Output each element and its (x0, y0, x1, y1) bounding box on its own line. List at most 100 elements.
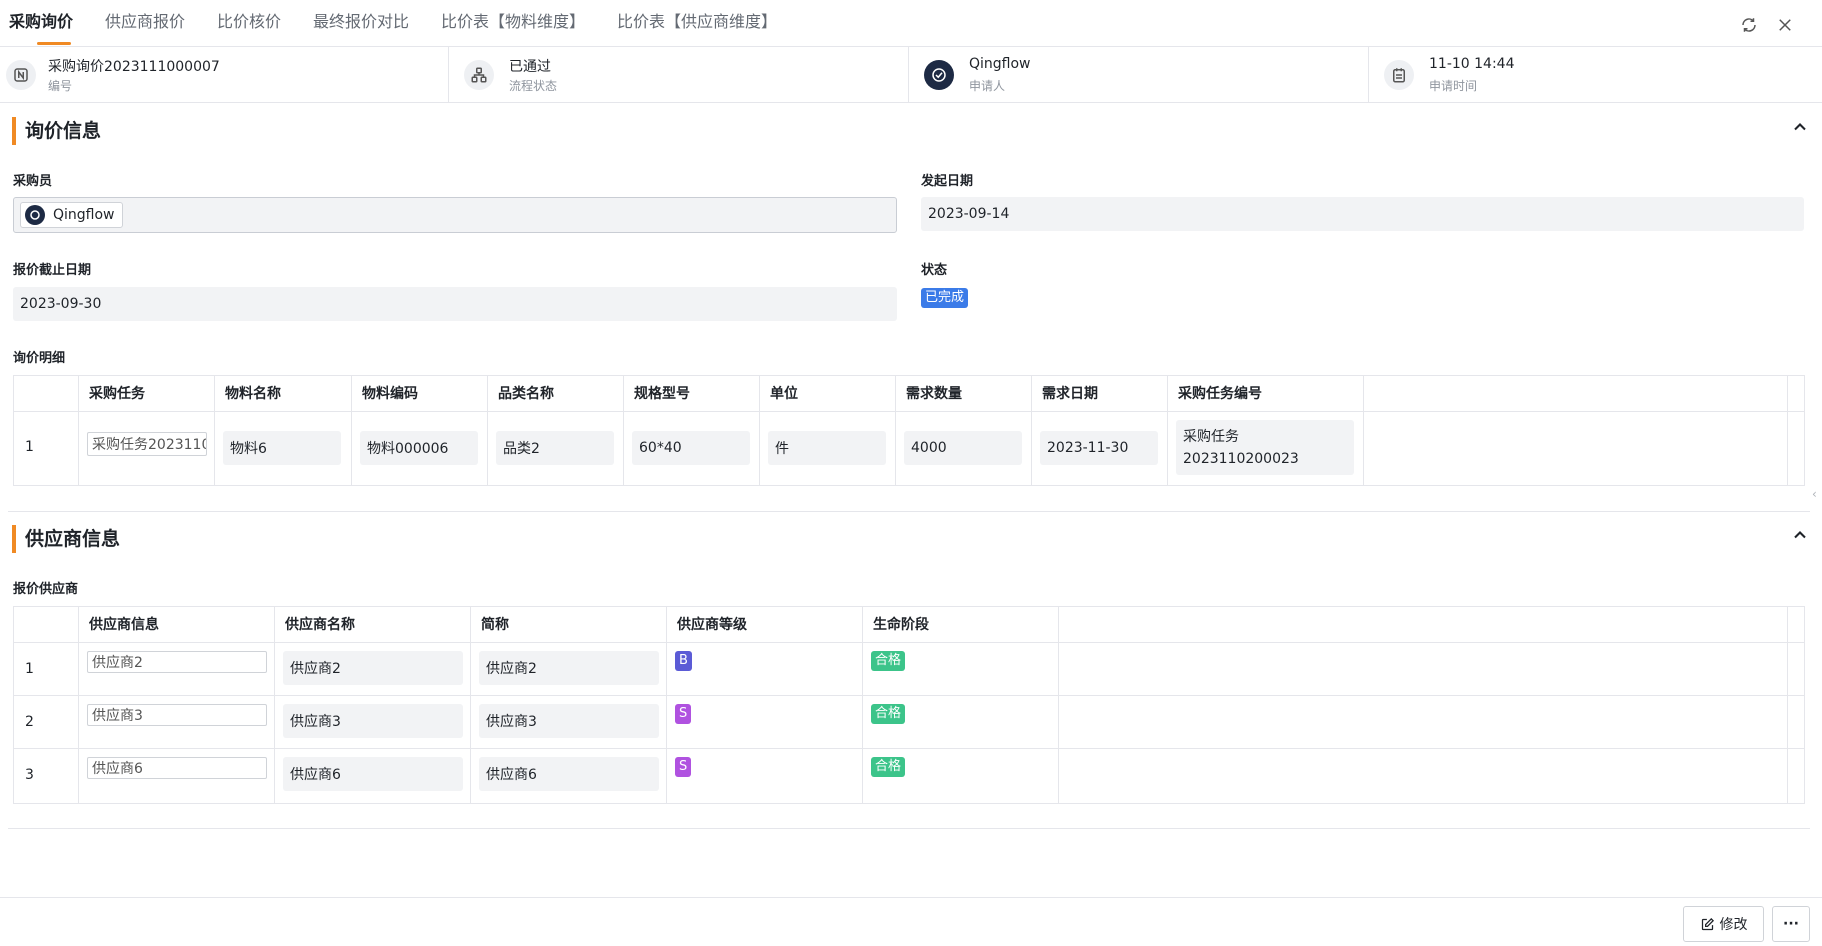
footer-bar: 修改 ··· (0, 897, 1822, 946)
calendar-icon (1384, 60, 1414, 90)
info-flow-status-value: 已通过 (509, 59, 551, 75)
task-no-line2: 2023110200023 (1183, 450, 1299, 467)
short-name-value: 供应商6 (479, 757, 659, 791)
grade-cell: B (667, 643, 863, 696)
header-short-name: 简称 (471, 607, 667, 643)
info-number: 采购询价2023111000007 编号 (0, 47, 449, 103)
supplier-info-link[interactable]: 供应商6 (87, 757, 267, 779)
header-index (14, 607, 79, 643)
chevron-left-icon[interactable]: ‹ (1812, 487, 1822, 511)
info-number-value: 采购询价2023111000007 (48, 59, 220, 75)
tab-final-compare[interactable]: 最终报价对比 (313, 8, 409, 32)
buyer-field[interactable]: Qingflow (13, 197, 897, 233)
header-task: 采购任务 (79, 376, 215, 412)
supplier-table: 供应商信息 供应商名称 简称 供应商等级 生命阶段 1 供应商2 供应商2 供应… (13, 606, 1805, 804)
supplier-info-cell: 供应商2 (79, 643, 275, 696)
section-inquiry-title: 询价信息 (12, 117, 101, 145)
grade-cell: S (667, 696, 863, 749)
qingflow-logo-icon (25, 205, 45, 225)
info-flow-status-label: 流程状态 (509, 79, 558, 93)
header-qty: 需求数量 (896, 376, 1032, 412)
empty-cell (1364, 412, 1788, 485)
header-stage: 生命阶段 (863, 607, 1059, 643)
supplier-info-cell: 供应商6 (79, 749, 275, 803)
header-category: 品类名称 (488, 376, 624, 412)
row-index: 1 (25, 439, 34, 455)
supplier-name-value: 供应商3 (283, 704, 463, 738)
short-name-value: 供应商3 (479, 704, 659, 738)
close-icon[interactable] (1776, 16, 1800, 40)
row-index: 3 (25, 767, 34, 783)
header-supplier-name: 供应商名称 (275, 607, 471, 643)
task-cell: 采购任务202311020002 (79, 412, 215, 485)
buyer-label: 采购员 (13, 174, 53, 189)
info-flow-status: 已通过 流程状态 (449, 47, 909, 103)
header-material: 物料名称 (215, 376, 352, 412)
empty-cell (1059, 749, 1788, 803)
buyer-chip: Qingflow (20, 202, 123, 228)
header-unit: 单位 (760, 376, 896, 412)
info-applicant-label: 申请人 (969, 79, 1006, 93)
supplier-name-value: 供应商2 (283, 651, 463, 685)
section-divider (8, 511, 1810, 512)
edit-icon (1701, 917, 1714, 930)
stage-badge: 合格 (871, 757, 906, 777)
date-cell: 2023-11-30 (1032, 412, 1168, 485)
material-value: 物料6 (223, 431, 341, 465)
edit-button[interactable]: 修改 (1683, 906, 1764, 942)
short-name-value: 供应商2 (479, 651, 659, 685)
refresh-icon[interactable] (1740, 16, 1764, 40)
info-applicant: Qingflow 申请人 (909, 47, 1369, 103)
grade-badge: S (675, 704, 692, 724)
chevron-up-icon[interactable] (1790, 525, 1810, 545)
header-empty (1059, 607, 1788, 643)
stage-badge: 合格 (871, 704, 906, 724)
tab-purchase-inquiry[interactable]: 采购询价 (9, 8, 73, 45)
supplier-name-value: 供应商6 (283, 757, 463, 791)
empty-cell (1059, 696, 1788, 749)
category-cell: 品类2 (488, 412, 624, 485)
row-index-cell: 2 (14, 696, 79, 749)
flow-icon (464, 60, 494, 90)
more-button[interactable]: ··· (1772, 906, 1810, 942)
task-no-line1: 采购任务 (1183, 428, 1239, 445)
material-cell: 物料6 (215, 412, 352, 485)
spec-cell: 60*40 (624, 412, 760, 485)
header-index (14, 376, 79, 412)
supplier-info-link[interactable]: 供应商2 (87, 651, 267, 673)
short-name-cell: 供应商2 (471, 643, 667, 696)
header-spec: 规格型号 (624, 376, 760, 412)
unit-value: 件 (768, 431, 886, 465)
supplier-info-link[interactable]: 供应商3 (87, 704, 267, 726)
row-index: 2 (25, 714, 34, 730)
qty-cell: 4000 (896, 412, 1032, 485)
deadline-field: 2023-09-30 (13, 287, 897, 321)
code-value: 物料000006 (360, 431, 478, 465)
info-bar: 采购询价2023111000007 编号 已通过 流程状态 Qingflow 申… (0, 47, 1822, 103)
tab-compare-supplier[interactable]: 比价表【供应商维度】 (617, 8, 777, 32)
section-divider (8, 828, 1810, 829)
status-badge-wrap: 已完成 (921, 288, 969, 308)
stage-cell: 合格 (863, 749, 1059, 803)
supplier-name-cell: 供应商3 (275, 696, 471, 749)
info-applicant-value: Qingflow (969, 56, 1031, 72)
tab-compare-material[interactable]: 比价表【物料维度】 (441, 8, 585, 32)
detail-label: 询价明细 (13, 351, 66, 366)
task-no-cell: 采购任务 2023110200023 (1168, 412, 1364, 485)
supplier-info-cell: 供应商3 (79, 696, 275, 749)
chevron-up-icon[interactable] (1790, 117, 1810, 137)
header-date: 需求日期 (1032, 376, 1168, 412)
task-link[interactable]: 采购任务202311020002 (87, 432, 207, 456)
row-index-cell: 1 (14, 412, 79, 485)
tab-supplier-quote[interactable]: 供应商报价 (105, 8, 185, 32)
info-apply-time: 11-10 14:44 申请时间 (1369, 47, 1822, 103)
short-name-cell: 供应商3 (471, 696, 667, 749)
row-index-cell: 1 (14, 643, 79, 696)
unit-cell: 件 (760, 412, 896, 485)
n-letter-icon (6, 60, 36, 90)
info-apply-time-label: 申请时间 (1429, 79, 1478, 93)
start-date-field: 2023-09-14 (921, 197, 1804, 231)
tab-price-check[interactable]: 比价核价 (217, 8, 281, 32)
row-index-cell: 3 (14, 749, 79, 803)
task-no-value: 采购任务 2023110200023 (1176, 420, 1354, 475)
